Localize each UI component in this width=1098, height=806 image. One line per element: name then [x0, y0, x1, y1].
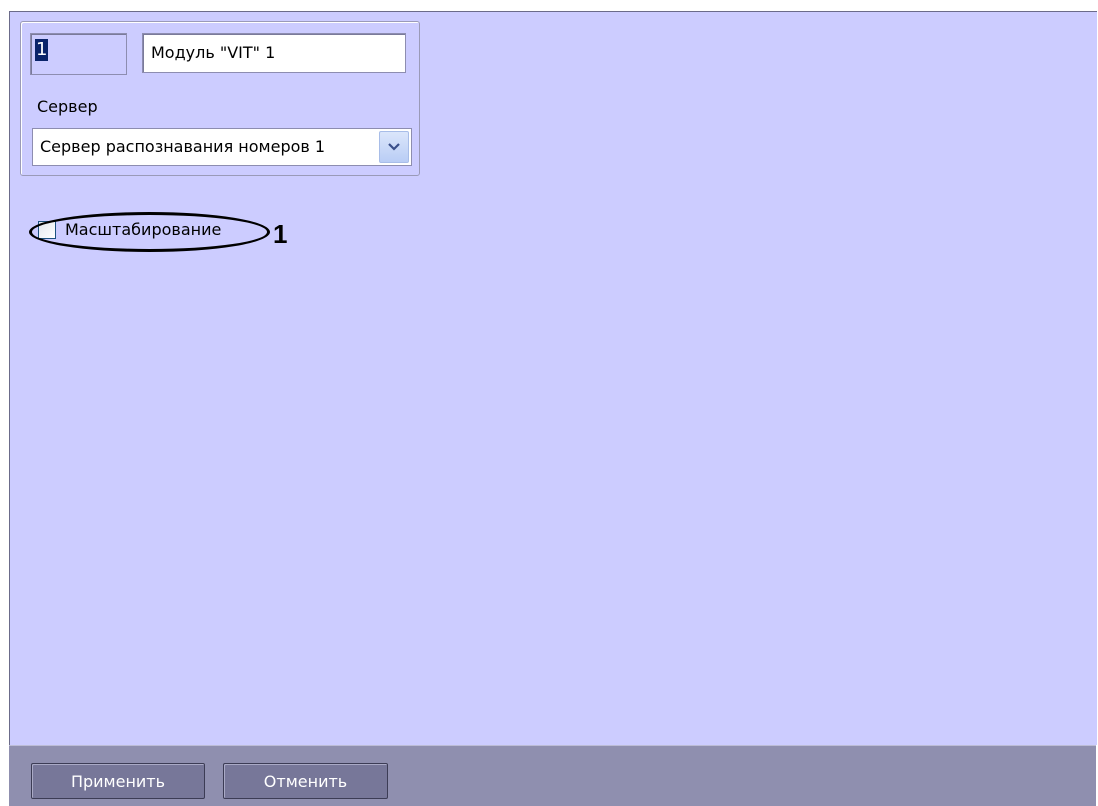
footer-bar: Применить Отменить [9, 745, 1096, 806]
callout-ellipse [29, 212, 270, 252]
object-name-field[interactable]: Модуль "VIT" 1 [142, 33, 406, 73]
server-select-dropdown-button[interactable] [379, 131, 409, 163]
object-id-value: 1 [35, 39, 49, 61]
server-select-value: Сервер распознавания номеров 1 [40, 137, 326, 156]
cancel-button[interactable]: Отменить [223, 763, 388, 799]
apply-button[interactable]: Применить [31, 763, 205, 799]
callout-number: 1 [273, 219, 288, 249]
settings-panel: 1 Модуль "VIT" 1 Сервер Сервер распознав… [9, 11, 1097, 745]
server-label: Сервер [37, 97, 98, 116]
object-id-field[interactable]: 1 [30, 33, 127, 75]
server-select[interactable]: Сервер распознавания номеров 1 [32, 128, 412, 166]
chevron-down-icon [388, 143, 400, 151]
